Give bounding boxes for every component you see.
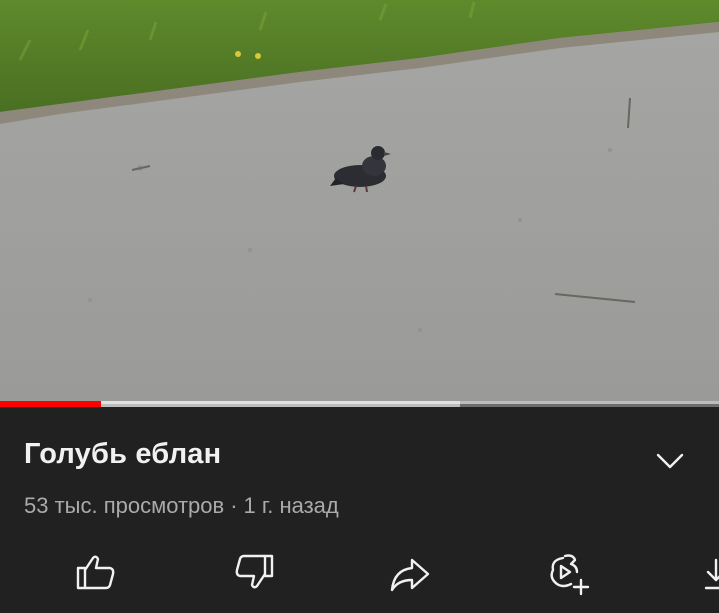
download-icon xyxy=(704,558,719,590)
video-player[interactable] xyxy=(0,0,719,404)
expand-description-button[interactable] xyxy=(650,444,690,478)
dislike-button[interactable] xyxy=(230,550,278,598)
remix-button[interactable] xyxy=(543,550,591,598)
upload-age: 1 г. назад xyxy=(243,493,339,518)
video-frame xyxy=(0,0,719,404)
video-progress-bar[interactable] xyxy=(0,401,719,407)
thumbs-up-icon xyxy=(76,555,115,590)
like-button[interactable] xyxy=(72,550,120,598)
view-count: 53 тыс. просмотров xyxy=(24,493,225,518)
video-title: Голубь еблан xyxy=(24,438,222,470)
chevron-down-icon xyxy=(656,453,684,469)
youtube-watch-page: Голубь еблан 53 тыс. просмотров · 1 г. наз… xyxy=(0,0,719,613)
thumbs-down-icon xyxy=(235,554,274,589)
meta-separator: · xyxy=(230,493,238,518)
action-row xyxy=(0,550,719,613)
share-button[interactable] xyxy=(386,550,434,598)
download-button[interactable] xyxy=(700,550,719,598)
remix-icon xyxy=(550,554,590,596)
video-metadata: 53 тыс. просмотров · 1 г. назад xyxy=(24,493,339,519)
share-icon xyxy=(390,558,430,592)
progress-fill xyxy=(0,401,101,407)
